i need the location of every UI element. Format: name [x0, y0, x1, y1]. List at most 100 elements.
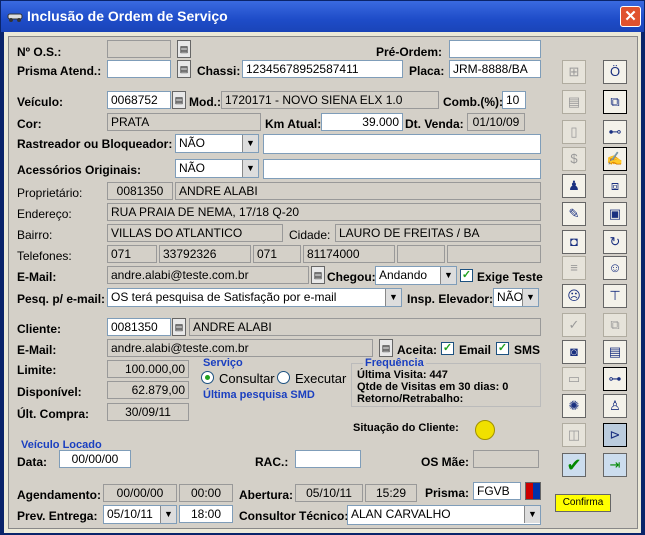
close-button[interactable]: ✕ [620, 6, 641, 27]
preventrega-hora[interactable]: 18:00 [179, 505, 233, 523]
camera2-icon[interactable]: ◙ [562, 340, 586, 364]
qtde-visitas: Qtde de Visitas em 30 dias: 0 [357, 381, 509, 393]
km-field[interactable]: 39.000 [321, 113, 403, 131]
comb-field[interactable]: 10 [502, 91, 526, 109]
tree-icon[interactable]: ⊞ [562, 60, 586, 84]
exige-teste-checkbox[interactable]: ✓ [460, 269, 473, 282]
aceita-email-checkbox[interactable]: ✓ [441, 342, 454, 355]
document-search-icon[interactable]: ▯ [562, 120, 586, 144]
modelo-label: Mod.: [189, 95, 221, 109]
retorno-retrabalho: Retorno/Retrabalho: [357, 393, 464, 405]
printer-icon[interactable]: ▭ [562, 367, 586, 391]
truck-icon[interactable]: ⊳ [603, 423, 627, 447]
limite-label: Limite: [17, 363, 57, 377]
abertura-data: 05/10/11 [295, 484, 363, 502]
agendamento-label: Agendamento: [17, 488, 101, 502]
cliente-code[interactable]: 0081350 [107, 318, 171, 336]
chassi-field[interactable]: 12345678952587411 [242, 60, 403, 78]
refresh-icon[interactable]: ↻ [603, 230, 627, 254]
copy-icon[interactable]: ⧉ [603, 90, 627, 114]
window-title: Inclusão de Ordem de Serviço [27, 8, 228, 24]
faucet-icon[interactable]: ⊤ [603, 284, 627, 308]
status-indicator-icon [475, 420, 495, 440]
smiley-icon[interactable]: ☺ [603, 256, 627, 280]
placa-field[interactable]: JRM-8888/BA [449, 60, 541, 78]
people-icon[interactable]: ♟ [562, 174, 586, 198]
prisma-value-field[interactable]: FGVB [473, 482, 521, 500]
chegou-select[interactable]: Andando ▼ [375, 266, 457, 285]
dtvenda-label: Dt. Venda: [405, 117, 464, 131]
os-lookup-icon[interactable]: ▤ [177, 40, 191, 58]
disponivel-label: Disponível: [17, 385, 82, 399]
consultar-radio[interactable] [201, 371, 214, 384]
rac-field[interactable] [295, 450, 361, 468]
confirma-button[interactable]: Confirma [555, 494, 611, 512]
chevron-down-icon: ▼ [242, 135, 258, 152]
cliente-email-icon[interactable]: ▤ [379, 339, 393, 357]
edit-icon[interactable]: ✍ [603, 147, 627, 171]
acessorios-text[interactable] [263, 159, 541, 179]
form-panel: Nº O.S.: ▤ Pré-Ordem: Prisma Atend.: ▤ C… [8, 36, 638, 529]
os-field[interactable] [107, 40, 171, 58]
cor-field: PRATA [107, 113, 261, 131]
document-icon[interactable]: ▤ [603, 340, 627, 364]
veiculo-lookup-icon[interactable]: ▤ [172, 91, 186, 109]
email-lookup-icon[interactable]: ▤ [311, 266, 325, 284]
color-picker-icon[interactable] [525, 482, 541, 500]
tel1-ddd: 071 [107, 245, 157, 263]
checkmark-icon[interactable]: ✓ [562, 313, 586, 337]
rastreador-select[interactable]: NÃO ▼ [175, 134, 259, 153]
data-field[interactable]: 00/00/00 [59, 450, 131, 468]
proprietario-label: Proprietário: [17, 186, 83, 200]
chevron-down-icon: ▼ [242, 160, 258, 177]
clipboard-icon[interactable]: ▣ [603, 202, 627, 226]
dollar-icon[interactable]: $ [562, 147, 586, 171]
preventrega-data-select[interactable]: 05/10/11 ▼ [103, 505, 177, 524]
pesq-label: Pesq. p/ e-mail: [17, 292, 106, 306]
telefones-label: Telefones: [17, 249, 72, 263]
tel2-number: 81174000 [303, 245, 395, 263]
car-wash-icon[interactable]: ⊶ [603, 367, 627, 391]
lines-icon[interactable]: ≡ [562, 256, 586, 280]
window: Inclusão de Ordem de Serviço ✕ Nº O.S.: … [0, 0, 645, 535]
preordem-field[interactable] [449, 40, 541, 58]
cliente-lookup-icon[interactable]: ▤ [172, 318, 186, 336]
sad-face-icon[interactable]: ☹ [562, 284, 586, 308]
agendamento-data: 00/00/00 [103, 484, 177, 502]
rastreador-value: NÃO [179, 136, 206, 150]
car-icon[interactable]: ⊷ [603, 120, 627, 144]
aceita-sms-checkbox[interactable]: ✓ [496, 342, 509, 355]
consultor-label: Consultor Técnico: [239, 509, 349, 523]
cor-label: Cor: [17, 117, 42, 131]
money-bag-icon[interactable]: Ö [603, 60, 627, 84]
limite-field: 100.000,00 [107, 360, 189, 378]
exit-icon[interactable]: ⇥ [603, 453, 627, 477]
camera-icon[interactable]: ◘ [562, 230, 586, 254]
pesq-value: OS terá pesquisa de Satisfação por e-mai… [111, 290, 337, 304]
comb-label: Comb.(%): [443, 95, 503, 109]
executar-radio[interactable] [277, 371, 290, 384]
pages-icon[interactable]: ⧈ [603, 174, 627, 198]
consultor-select[interactable]: ALAN CARVALHO ▼ [347, 505, 541, 525]
inspelev-select[interactable]: NÃO ▼ [493, 288, 539, 307]
acessorios-select[interactable]: NÃO ▼ [175, 159, 259, 178]
rastreador-text[interactable] [263, 134, 541, 154]
docs-icon[interactable]: ⧉ [603, 313, 627, 337]
pesq-select[interactable]: OS terá pesquisa de Satisfação por e-mai… [107, 288, 402, 307]
prisma-field[interactable] [107, 60, 171, 78]
prisma-lookup-icon[interactable]: ▤ [177, 60, 191, 78]
stack-icon[interactable]: ◫ [562, 423, 586, 447]
confirm-check-icon[interactable]: ✔ [562, 453, 586, 477]
tel3-ddd [397, 245, 445, 263]
person-icon[interactable]: ♙ [603, 394, 627, 418]
cliente-email: andre.alabi@teste.com.br [107, 339, 373, 357]
chevron-down-icon: ▼ [385, 289, 401, 306]
frequencia-title: Frequência [363, 357, 426, 369]
mechanic-icon[interactable]: ✺ [562, 394, 586, 418]
list-tree-icon[interactable]: ▤ [562, 90, 586, 114]
aceita-label: Aceita: [397, 343, 438, 357]
veiculo-code-field[interactable]: 0068752 [107, 91, 171, 109]
servico-title: Serviço [203, 357, 243, 369]
note-icon[interactable]: ✎ [562, 202, 586, 226]
title-bar: Inclusão de Ordem de Serviço ✕ [1, 1, 644, 32]
